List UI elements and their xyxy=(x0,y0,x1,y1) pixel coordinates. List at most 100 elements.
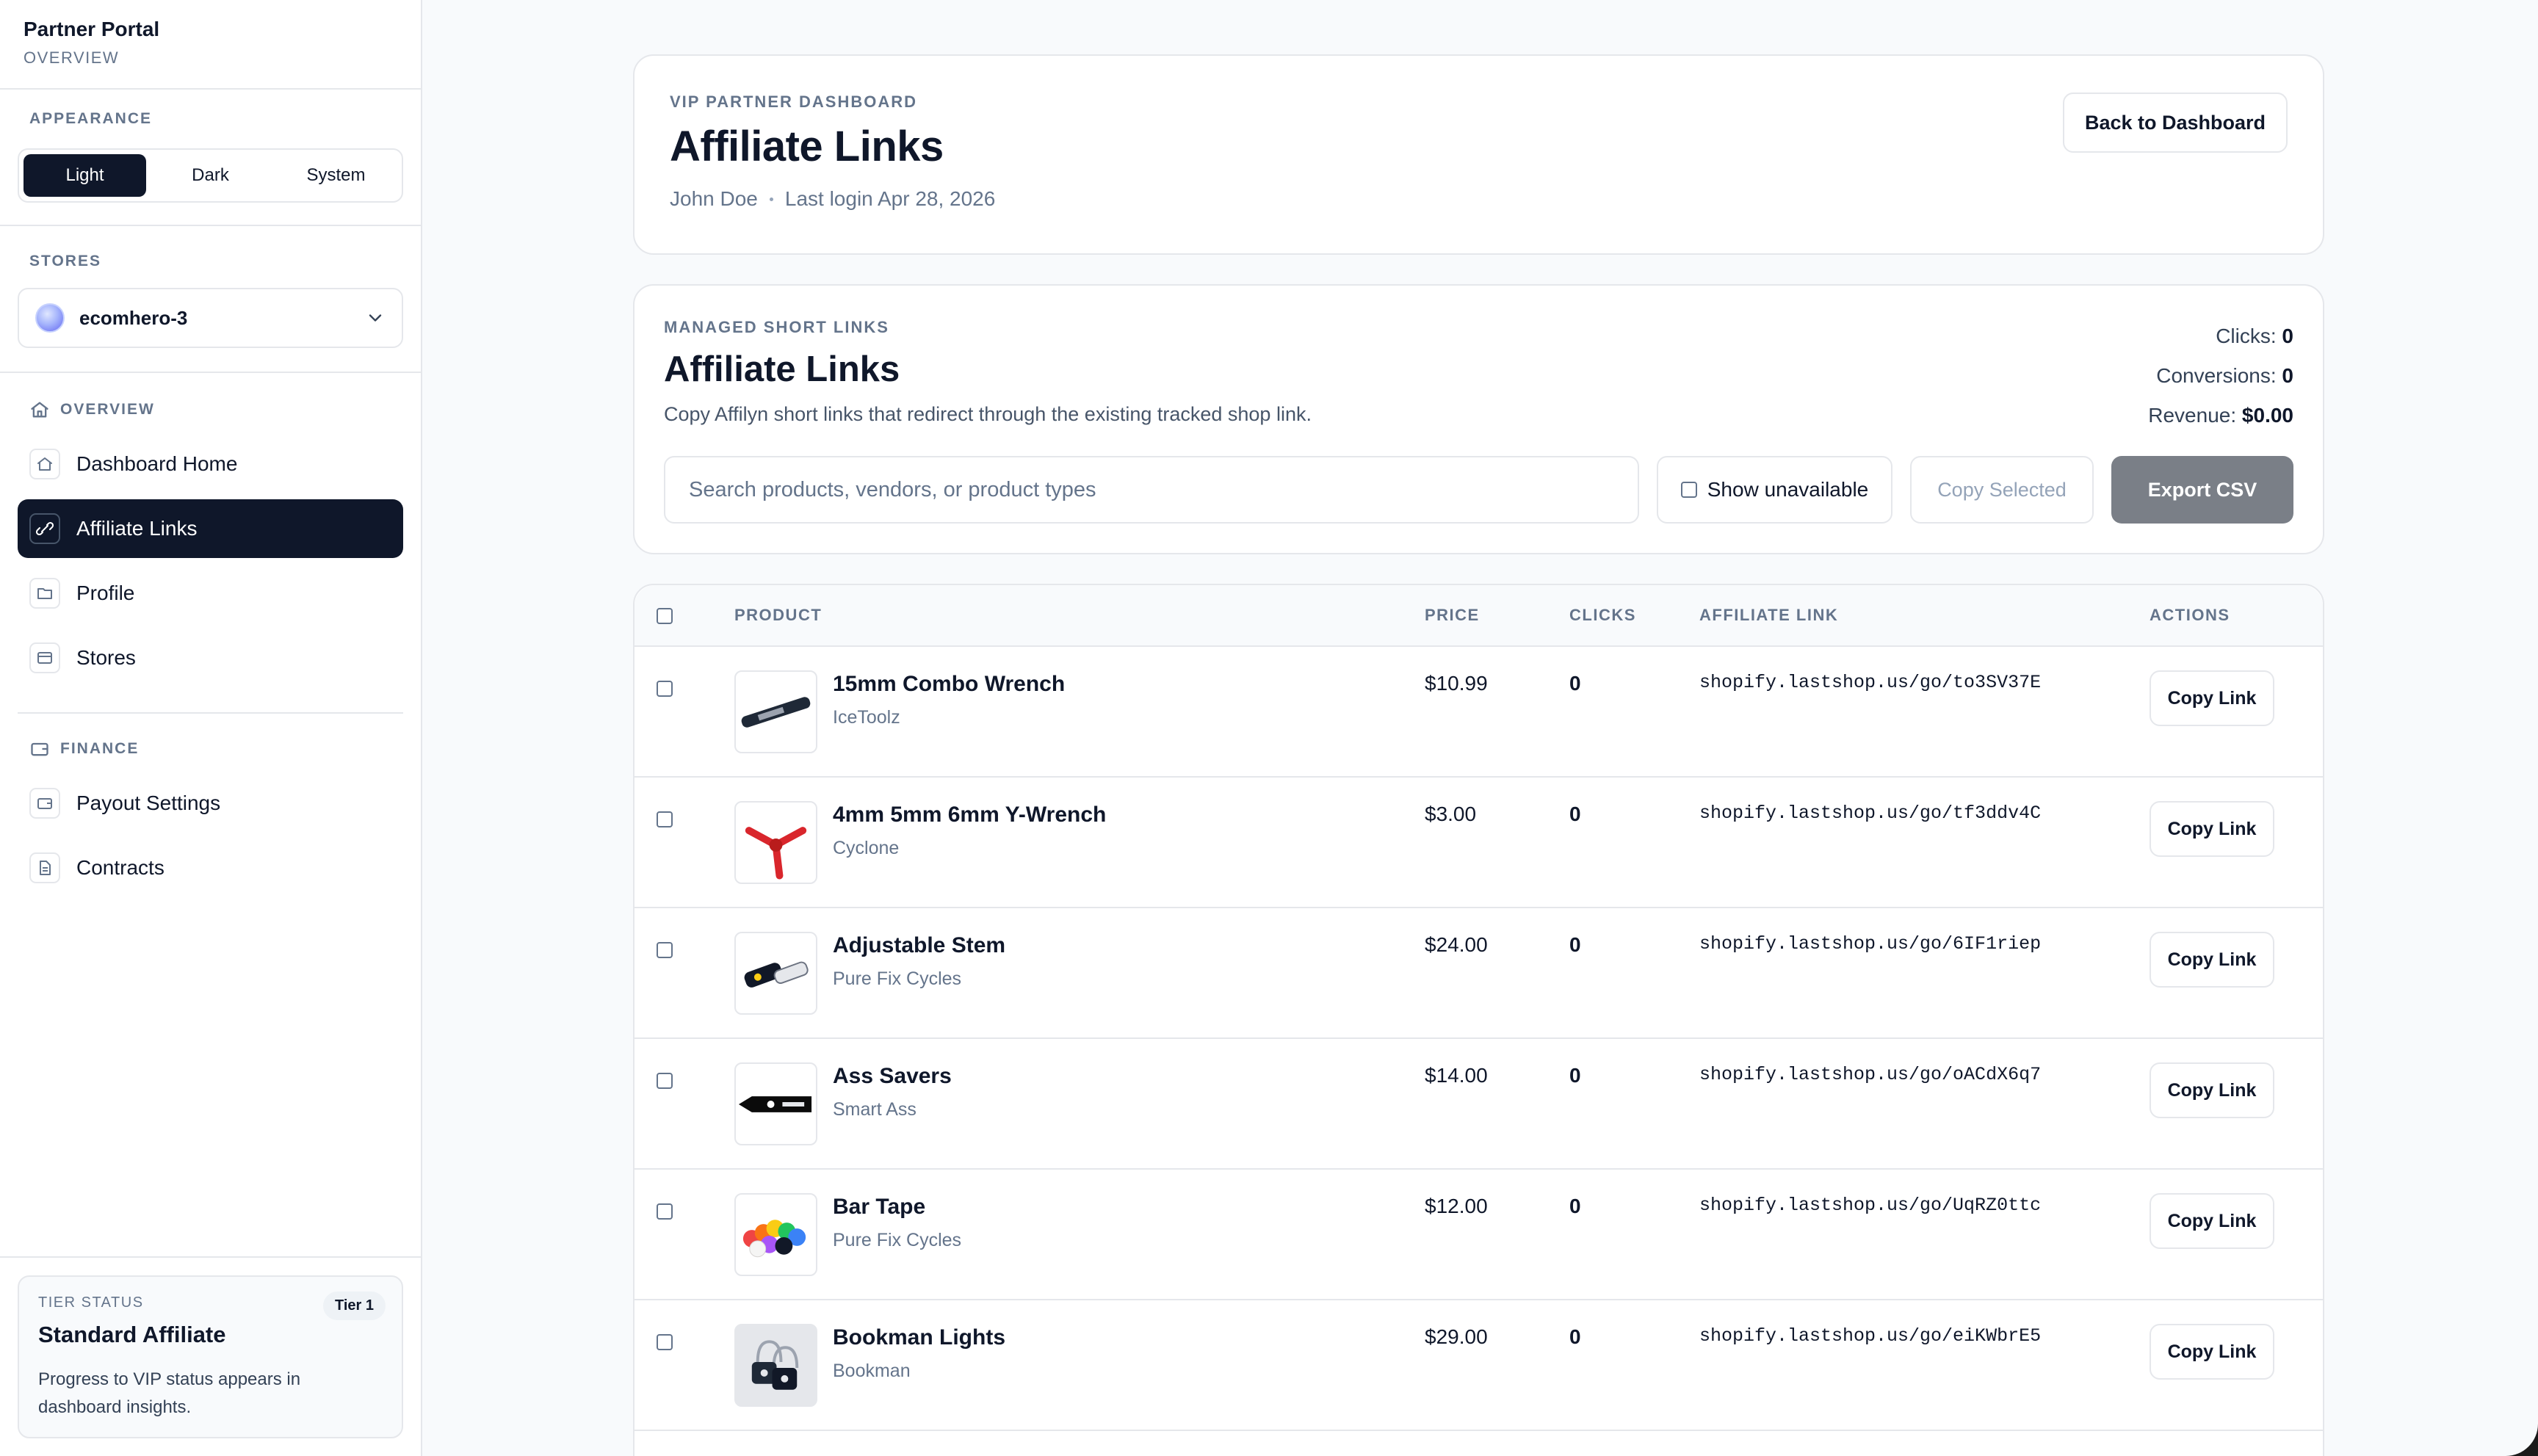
product-name: Ass Savers xyxy=(833,1064,952,1088)
page-title: Affiliate Links xyxy=(670,123,944,170)
product-vendor: Bookman xyxy=(833,1361,911,1381)
show-unavailable-checkbox[interactable] xyxy=(1680,482,1697,498)
row-checkbox[interactable] xyxy=(657,811,673,827)
row-checkbox[interactable] xyxy=(657,1073,673,1089)
copy-link-button[interactable]: Copy Link xyxy=(2150,670,2274,726)
back-to-dashboard-button[interactable]: Back to Dashboard xyxy=(2063,93,2288,153)
search-input[interactable] xyxy=(664,456,1639,524)
sidebar-item-label: Profile xyxy=(76,582,135,604)
product-clicks: 0 xyxy=(1569,803,1581,825)
table-header: PRODUCT PRICE CLICKS AFFILIATE LINK ACTI… xyxy=(634,585,2323,647)
affiliate-link[interactable]: shopify.lastshop.us/go/oACdX6q7 xyxy=(1699,1064,2041,1085)
sidebar-item-payout-settings[interactable]: Payout Settings xyxy=(18,774,403,833)
affiliate-link[interactable]: shopify.lastshop.us/go/eiKWbrE5 xyxy=(1699,1325,2041,1347)
document-icon xyxy=(29,852,60,883)
product-clicks: 0 xyxy=(1569,1064,1581,1087)
theme-dark-button[interactable]: Dark xyxy=(149,154,272,197)
product-vendor: Cyclone xyxy=(833,838,900,858)
product-price: $12.00 xyxy=(1425,1195,1488,1217)
brand: Partner Portal OVERVIEW xyxy=(0,0,421,90)
last-login: Last login Apr 28, 2026 xyxy=(784,187,996,210)
affiliate-link[interactable]: shopify.lastshop.us/go/6IF1riep xyxy=(1699,933,2041,955)
overview-nav: OVERVIEW Dashboard Home Affiliate Links … xyxy=(0,373,421,714)
clicks-stat: Clicks: 0 xyxy=(2148,316,2293,356)
tier-status-card: TIER STATUS Tier 1 Standard Affiliate Pr… xyxy=(18,1275,403,1438)
table-row: 15mm Combo Wrench IceToolz $10.99 0 shop… xyxy=(634,647,2323,778)
copy-link-button[interactable]: Copy Link xyxy=(2150,801,2274,857)
product-price: $10.99 xyxy=(1425,672,1488,695)
product-thumbnail xyxy=(734,1062,817,1145)
product-column-header: PRODUCT xyxy=(734,606,822,624)
conversions-stat-label: Conversions: xyxy=(2156,364,2277,387)
product-clicks: 0 xyxy=(1569,672,1581,695)
sidebar-item-stores[interactable]: Stores xyxy=(18,629,403,687)
row-checkbox[interactable] xyxy=(657,942,673,958)
stores-section: STORES ecomhero-3 xyxy=(0,226,421,373)
revenue-stat-value: $0.00 xyxy=(2241,404,2293,427)
links-toolbar: Show unavailable Copy Selected Export CS… xyxy=(664,456,2293,524)
table-row: Ass Savers Smart Ass $14.00 0 shopify.la… xyxy=(634,1039,2323,1170)
row-checkbox[interactable] xyxy=(657,681,673,697)
links-description: Copy Affilyn short links that redirect t… xyxy=(664,403,1312,425)
copy-selected-button[interactable]: Copy Selected xyxy=(1910,456,2094,524)
theme-system-button[interactable]: System xyxy=(275,154,397,197)
tier-badge: Tier 1 xyxy=(323,1292,386,1320)
affiliate-link[interactable]: shopify.lastshop.us/go/tf3ddv4C xyxy=(1699,803,2041,824)
links-title: Affiliate Links xyxy=(664,349,900,389)
sidebar-item-label: Affiliate Links xyxy=(76,517,198,540)
app-window: Partner Portal OVERVIEW APPEARANCE Light… xyxy=(0,0,2538,1456)
revenue-stat-label: Revenue: xyxy=(2148,404,2237,427)
product-thumbnail xyxy=(734,801,817,884)
overview-nav-label: OVERVIEW xyxy=(60,401,155,418)
row-checkbox[interactable] xyxy=(657,1334,673,1350)
copy-link-button[interactable]: Copy Link xyxy=(2150,1062,2274,1118)
show-unavailable-toggle[interactable]: Show unavailable xyxy=(1657,456,1892,524)
theme-light-button[interactable]: Light xyxy=(24,154,146,197)
clicks-column-header: CLICKS xyxy=(1569,606,1636,624)
sidebar-item-profile[interactable]: Profile xyxy=(18,564,403,623)
chevron-down-icon xyxy=(369,314,382,322)
revenue-stat: Revenue: $0.00 xyxy=(2148,396,2293,435)
affiliate-link[interactable]: shopify.lastshop.us/go/UqRZ0ttc xyxy=(1699,1195,2041,1216)
copy-link-button[interactable]: Copy Link xyxy=(2150,1324,2274,1380)
sidebar-item-dashboard-home[interactable]: Dashboard Home xyxy=(18,435,403,493)
finance-nav-header: FINANCE xyxy=(18,734,403,764)
product-thumbnail xyxy=(734,670,817,753)
sidebar-item-contracts[interactable]: Contracts xyxy=(18,839,403,897)
product-clicks: 0 xyxy=(1569,1325,1581,1348)
show-unavailable-label: Show unavailable xyxy=(1707,478,1869,501)
product-thumbnail xyxy=(734,932,817,1015)
actions-column-header: ACTIONS xyxy=(2150,606,2230,624)
store-select[interactable]: ecomhero-3 xyxy=(18,288,403,348)
wallet-icon xyxy=(31,742,48,756)
affiliate-link-column-header: AFFILIATE LINK xyxy=(1699,606,1839,624)
bar-tape-image xyxy=(742,1219,806,1257)
folder-icon xyxy=(29,578,60,609)
copy-link-button[interactable]: Copy Link xyxy=(2150,1193,2274,1249)
sidebar: Partner Portal OVERVIEW APPEARANCE Light… xyxy=(0,0,422,1456)
product-name: Bar Tape xyxy=(833,1195,926,1219)
brand-title: Partner Portal xyxy=(24,18,160,40)
table-row: 4mm 5mm 6mm Y-Wrench Cyclone $3.00 0 sho… xyxy=(634,778,2323,908)
hero-meta: John Doe Last login Apr 28, 2026 xyxy=(670,187,2288,211)
product-vendor: IceToolz xyxy=(833,707,900,728)
affiliate-link[interactable]: shopify.lastshop.us/go/to3SV37E xyxy=(1699,672,2041,693)
home-icon xyxy=(29,449,60,479)
row-checkbox[interactable] xyxy=(657,1203,673,1220)
table-row: Bookman Lights Bookman $29.00 0 shopify.… xyxy=(634,1300,2323,1431)
select-all-checkbox[interactable] xyxy=(657,608,673,624)
tier-status-section: TIER STATUS Tier 1 Standard Affiliate Pr… xyxy=(0,1256,421,1456)
hero-kicker: VIP PARTNER DASHBOARD xyxy=(670,93,917,111)
sidebar-item-affiliate-links[interactable]: Affiliate Links xyxy=(18,499,403,558)
link-icon xyxy=(29,513,60,544)
tier-description: Progress to VIP status appears in dashbo… xyxy=(38,1369,301,1417)
copy-link-button[interactable]: Copy Link xyxy=(2150,932,2274,988)
table-row: Bar Tape Pure Fix Cycles $12.00 0 shopif… xyxy=(634,1170,2323,1300)
theme-switcher: Light Dark System xyxy=(18,148,403,203)
store-name: ecomhero-3 xyxy=(79,306,188,329)
product-price: $29.00 xyxy=(1425,1325,1488,1348)
appearance-label: APPEARANCE xyxy=(29,110,153,127)
home-icon xyxy=(31,402,48,418)
export-csv-button[interactable]: Export CSV xyxy=(2111,456,2293,524)
product-vendor: Smart Ass xyxy=(833,1099,916,1120)
